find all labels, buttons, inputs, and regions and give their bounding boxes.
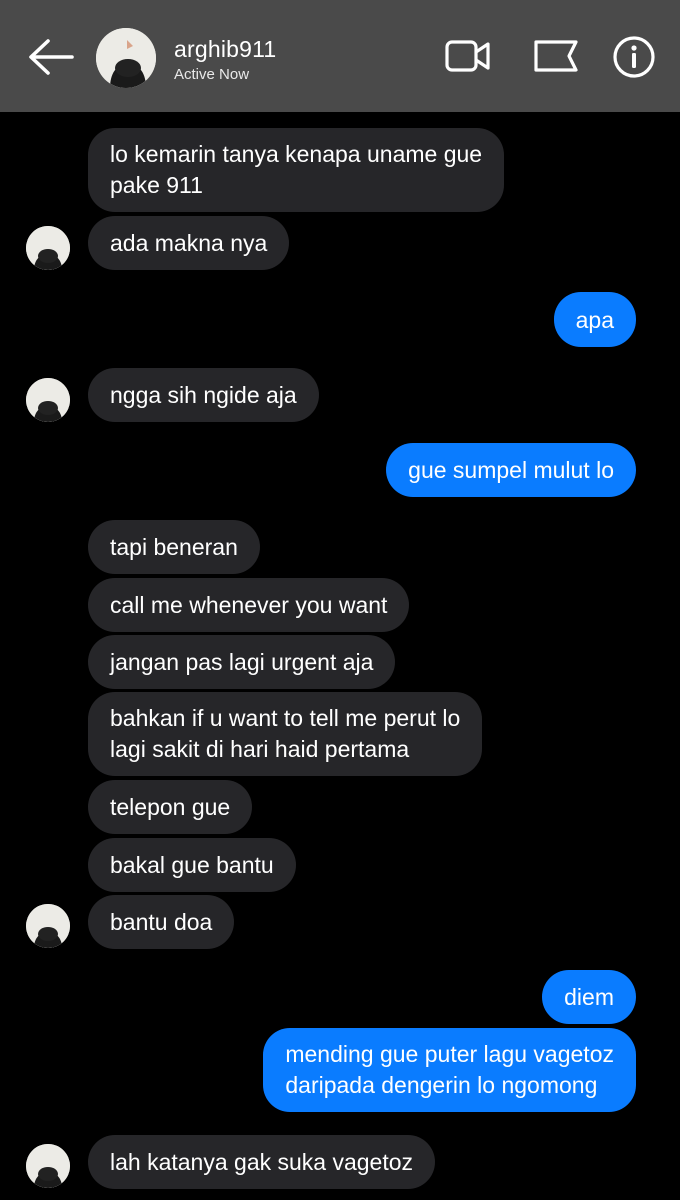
message-bubble-outgoing[interactable]: apa	[553, 292, 636, 347]
message-bubble-incoming[interactable]: ada makna nya	[88, 216, 290, 270]
message-bubble-outgoing[interactable]: gue sumpel mulut lo	[386, 443, 636, 497]
message-bubble-incoming[interactable]: bahkan if u want to tell me perut lo lag…	[88, 692, 483, 776]
avatar[interactable]	[26, 226, 70, 270]
message-bubble-outgoing[interactable]: diem	[542, 970, 636, 1024]
message-bubble-incoming[interactable]: telepon gue	[88, 780, 253, 834]
avatar[interactable]	[26, 1144, 70, 1188]
message-bubble-incoming[interactable]: jangan pas lagi urgent aja	[88, 635, 396, 689]
message-bubble-outgoing[interactable]: mending gue puter lagu vagetoz daripada …	[263, 1028, 636, 1112]
info-icon[interactable]	[612, 35, 656, 79]
message-bubble-incoming[interactable]: bantu doa	[88, 895, 235, 949]
chat-header: arghib911 Active Now	[0, 0, 680, 112]
message-bubble-incoming[interactable]: tapi beneran	[88, 520, 260, 574]
message-bubble-incoming[interactable]: ngga sih ngide aja	[88, 368, 319, 422]
message-bubble-incoming[interactable]: lah katanya gak suka vagetoz	[88, 1135, 436, 1189]
arrow-left-icon[interactable]	[26, 36, 76, 78]
avatar[interactable]	[26, 904, 70, 948]
video-camera-icon[interactable]	[444, 36, 492, 76]
message-bubble-incoming[interactable]: lo kemarin tanya kenapa uname gue pake 9…	[88, 128, 505, 212]
message-bubble-incoming[interactable]: call me whenever you want	[88, 578, 410, 632]
avatar[interactable]	[26, 378, 70, 422]
flag-icon[interactable]	[532, 36, 580, 76]
contact-username[interactable]: arghib911	[174, 36, 276, 63]
avatar[interactable]	[96, 28, 156, 88]
active-status: Active Now	[174, 66, 250, 83]
message-bubble-incoming[interactable]: bakal gue bantu	[88, 838, 296, 892]
